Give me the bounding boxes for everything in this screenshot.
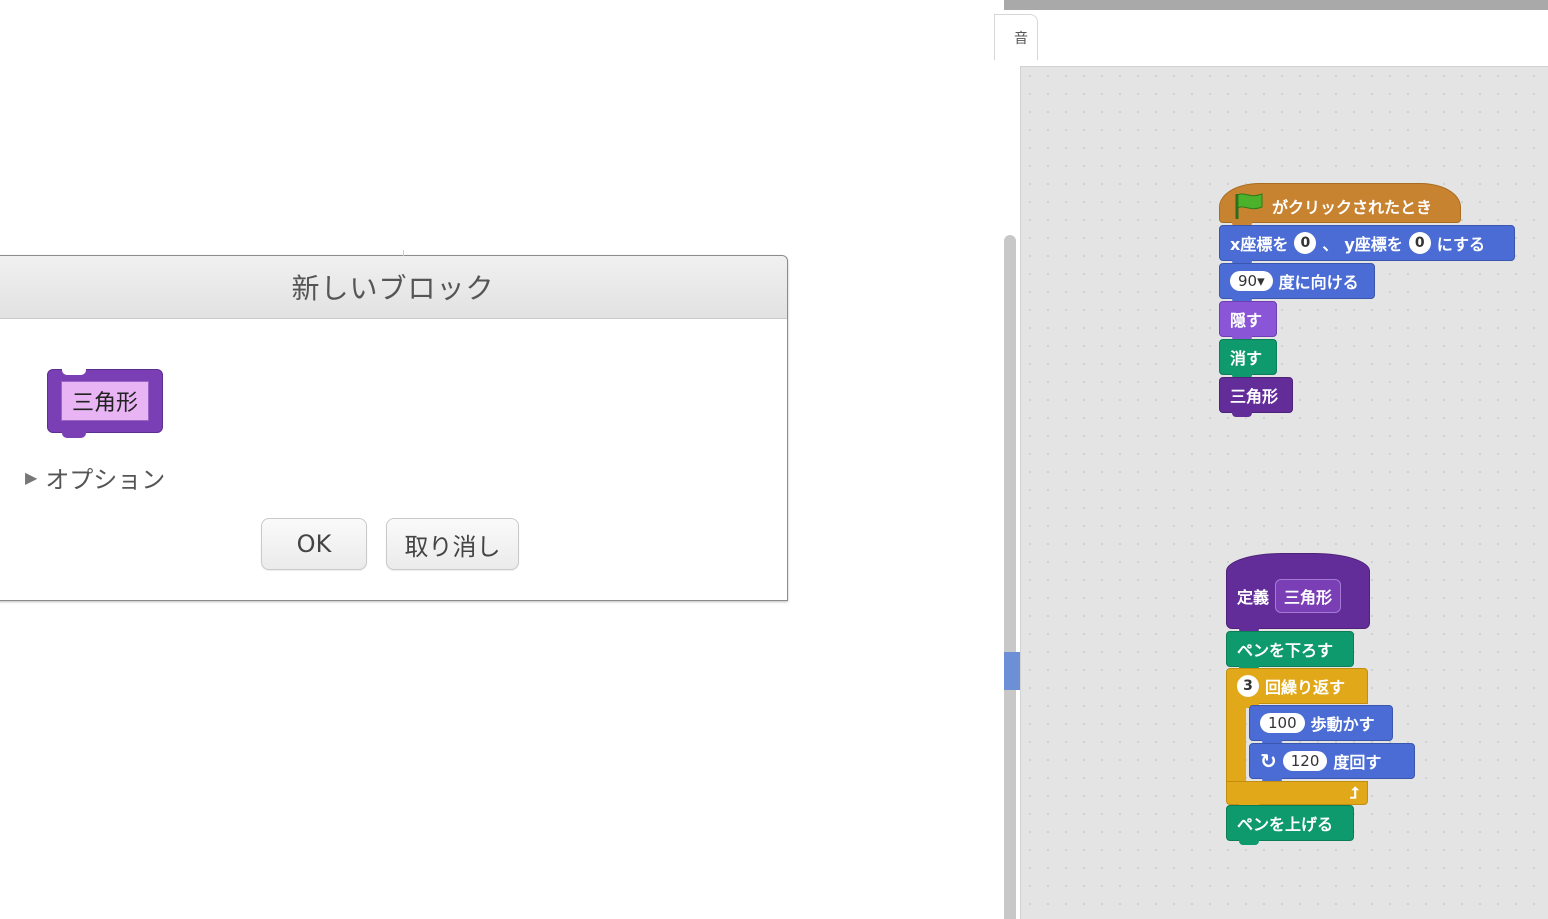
scripts-area[interactable]: がクリックされたとき x座標を 0 、 y座標を 0 にする 90▾ 度に向ける…	[1020, 66, 1548, 919]
repeat-arm	[1226, 703, 1246, 785]
go-to-xy-block[interactable]: x座標を 0 、 y座標を 0 にする	[1219, 225, 1515, 265]
repeat-block[interactable]: 3 回繰り返す	[1226, 668, 1368, 708]
ok-button[interactable]: OK	[261, 518, 367, 570]
dialog-header[interactable]: 新しいブロック	[0, 256, 787, 319]
pen-up-block[interactable]: ペンを上げる	[1226, 805, 1354, 845]
chevron-down-icon[interactable]: ▾	[1257, 272, 1265, 290]
turn-clockwise-icon: ↻	[1260, 749, 1277, 773]
direction-value: 90	[1238, 272, 1258, 290]
point-label: 度に向ける	[1278, 273, 1359, 292]
block-name-input[interactable]: 三角形	[61, 381, 149, 421]
clear-block[interactable]: 消す	[1219, 339, 1277, 379]
goto-y-label: y座標を	[1344, 235, 1403, 254]
tab-sounds-label[interactable]: 音	[1014, 28, 1028, 48]
point-in-direction-block[interactable]: 90▾ 度に向ける	[1219, 263, 1375, 303]
turn-right-block[interactable]: ↻ 120 度回す	[1249, 743, 1415, 783]
goto-separator: 、	[1322, 235, 1339, 254]
cancel-button[interactable]: 取り消し	[386, 518, 519, 570]
when-flag-clicked-block[interactable]: がクリックされたとき	[1219, 183, 1461, 227]
repeat-count-input[interactable]: 3	[1237, 675, 1259, 697]
steps-input[interactable]: 100	[1260, 713, 1305, 733]
define-block[interactable]: 定義 三角形	[1226, 553, 1370, 633]
hide-block[interactable]: 隠す	[1219, 301, 1277, 341]
options-label[interactable]: オプション	[45, 460, 165, 495]
move-label: 歩動かす	[1310, 715, 1375, 734]
turn-label: 度回す	[1333, 753, 1382, 772]
x-input[interactable]: 0	[1294, 232, 1317, 254]
move-steps-block[interactable]: 100 歩動かす	[1249, 705, 1393, 745]
degrees-input[interactable]: 120	[1282, 751, 1328, 771]
triangle-call-block[interactable]: 三角形	[1219, 377, 1293, 417]
dialog-title: 新しいブロック	[291, 272, 495, 305]
loop-arrow-icon: ⮥	[1349, 783, 1359, 802]
top-bar	[1004, 0, 1548, 10]
new-block-dialog: 新しいブロック 三角形 ▶ オプション OK 取り消し	[0, 250, 788, 601]
vertical-scrollbar[interactable]	[1004, 235, 1016, 919]
screen: 新しいブロック 三角形 ▶ オプション OK 取り消し 音 がクリックされたとき	[0, 0, 1548, 919]
custom-block-preview: 三角形	[47, 369, 163, 438]
repeat-label: 回繰り返す	[1265, 678, 1346, 697]
script-editor-panel: 音 がクリックされたとき x座標を 0 、 y座標を 0 にする 90▾ 度に向…	[994, 0, 1548, 919]
goto-suffix: にする	[1436, 235, 1485, 254]
goto-x-label: x座標を	[1230, 235, 1289, 254]
disclosure-triangle-icon[interactable]: ▶	[25, 468, 37, 487]
pen-down-block[interactable]: ペンを下ろす	[1226, 631, 1354, 671]
direction-input[interactable]: 90▾	[1230, 271, 1273, 291]
y-input[interactable]: 0	[1408, 232, 1431, 254]
scrollbar-handle[interactable]	[1004, 652, 1020, 690]
repeat-block-bottom: ⮥	[1226, 781, 1368, 809]
define-label: 定義	[1237, 588, 1270, 607]
green-flag-icon	[1235, 193, 1263, 219]
options-toggle[interactable]: ▶ オプション	[25, 460, 165, 495]
hat-label: がクリックされたとき	[1272, 198, 1433, 217]
dialog-top-divider	[403, 250, 404, 256]
define-prototype[interactable]: 三角形	[1275, 579, 1342, 613]
